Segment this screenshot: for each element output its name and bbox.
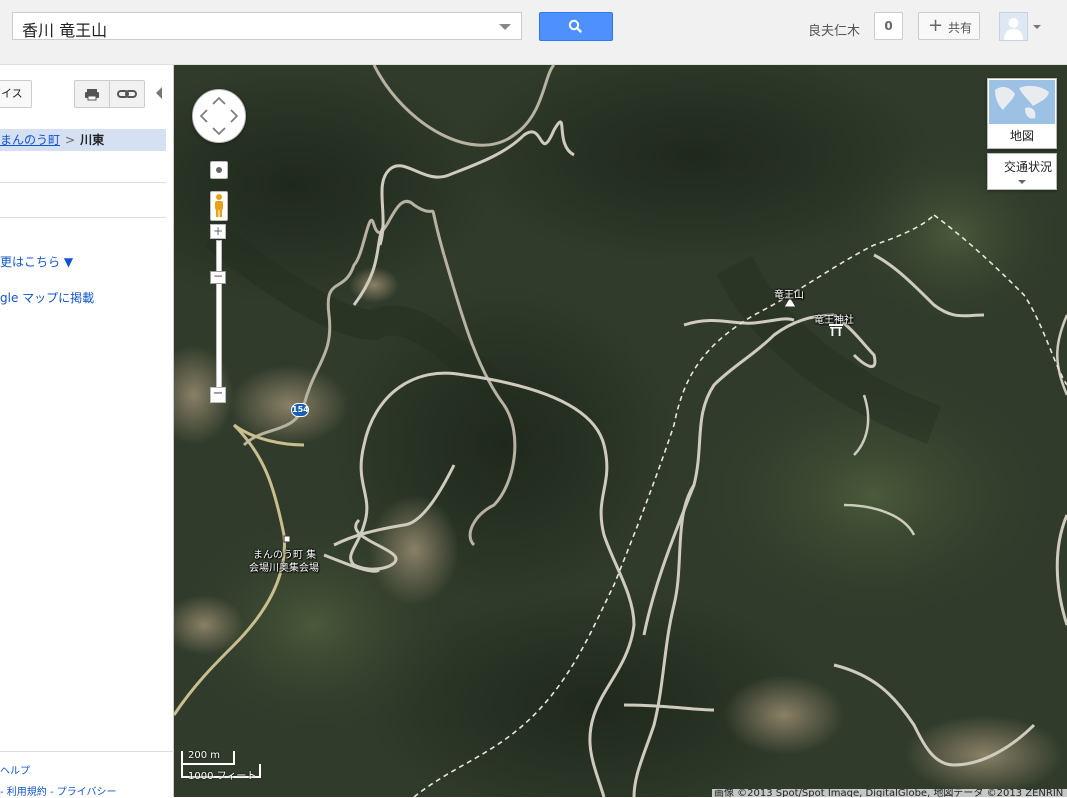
map-canvas[interactable]: 竜王山 竜王神社 まんのう町 集 会場川奥集会場 154 + − − 地図 交通… xyxy=(174,65,1067,797)
zoom-in-button[interactable]: + xyxy=(210,224,226,239)
search-query: 香川 竜王山 xyxy=(22,21,108,40)
share-label: 共有 xyxy=(948,21,973,35)
zoom-slider-track[interactable] xyxy=(216,240,222,392)
traffic-dropdown-icon[interactable] xyxy=(1018,180,1026,184)
street-view-pegman[interactable] xyxy=(210,191,228,221)
satellite-imagery xyxy=(174,65,1067,797)
location-dot-icon xyxy=(216,167,222,173)
link-icon xyxy=(117,90,137,98)
pan-icon xyxy=(199,96,239,136)
map-type-thumbnail xyxy=(989,80,1055,124)
map-type-control[interactable]: 地図 xyxy=(987,78,1057,149)
footer-terms-link[interactable]: - 利用規約 - プライバシー xyxy=(0,783,117,798)
shrine-icon xyxy=(829,324,843,336)
collapse-left-icon[interactable] xyxy=(156,87,162,99)
search-icon xyxy=(568,19,582,33)
breadcrumb-current: 川東 xyxy=(80,133,105,147)
search-input[interactable]: 香川 竜王山 xyxy=(12,12,522,40)
user-name[interactable]: 良夫仁木 xyxy=(808,20,860,39)
scale-bar: 200 m 1000 フィート xyxy=(180,749,264,782)
places-button[interactable]: イス xyxy=(0,80,32,108)
change-link[interactable]: 更はこちら ▼ xyxy=(0,253,73,270)
pan-control[interactable] xyxy=(192,89,246,143)
zoom-out-button[interactable]: − xyxy=(210,387,226,403)
search-dropdown-icon[interactable] xyxy=(499,24,511,30)
post-to-maps-link[interactable]: gle マップに掲載 xyxy=(0,289,94,306)
route-shield: 154 xyxy=(291,403,309,417)
scale-imperial: 1000 フィート xyxy=(188,771,257,782)
label-assembly-hall-2[interactable]: 会場川奥集会場 xyxy=(249,559,319,574)
footer-help-link[interactable]: ヘルプ xyxy=(0,762,30,777)
plus-icon: + xyxy=(928,15,944,36)
avatar[interactable] xyxy=(999,12,1028,41)
traffic-label: 交通状況 xyxy=(1004,160,1053,174)
notification-count[interactable]: 0 xyxy=(874,12,903,40)
divider xyxy=(0,217,166,218)
scale-metric: 200 m xyxy=(188,750,221,761)
printer-icon xyxy=(85,89,99,101)
print-button[interactable] xyxy=(74,80,110,108)
divider xyxy=(0,182,166,183)
traffic-layer-control[interactable]: 交通状況 xyxy=(987,153,1057,190)
map-type-label: 地図 xyxy=(1009,129,1034,143)
zoom-in-icon: + xyxy=(212,224,224,238)
footer-divider xyxy=(0,751,174,752)
avatar-icon xyxy=(1000,13,1027,40)
breadcrumb: まんのう町 > 川東 xyxy=(0,129,166,151)
share-button[interactable]: + 共有 xyxy=(918,12,980,40)
zoom-out-icon: − xyxy=(212,386,224,401)
search-button[interactable] xyxy=(539,12,613,41)
breadcrumb-separator: > xyxy=(65,133,76,147)
map-copyright: 画像 ©2013 Spot/Spot Image, DigitalGlobe, … xyxy=(712,789,1067,797)
building-icon xyxy=(283,535,291,543)
pegman-icon xyxy=(215,194,223,217)
zoom-slider-handle[interactable]: − xyxy=(210,270,226,284)
top-bar: 香川 竜王山 良夫仁木 0 + 共有 xyxy=(0,0,1067,65)
avatar-dropdown-icon[interactable] xyxy=(1033,25,1041,29)
link-button[interactable] xyxy=(109,80,145,108)
route-number: 154 xyxy=(292,405,309,414)
label-ryuo-mountain[interactable]: 竜王山 xyxy=(774,286,804,301)
sidebar: イス まんのう町 > 川東 更はこちら ▼ gle マップに掲載 ヘルプ - 利用規… xyxy=(0,65,174,798)
breadcrumb-parent-link[interactable]: まんのう町 xyxy=(0,133,60,147)
location-button[interactable] xyxy=(210,161,228,179)
